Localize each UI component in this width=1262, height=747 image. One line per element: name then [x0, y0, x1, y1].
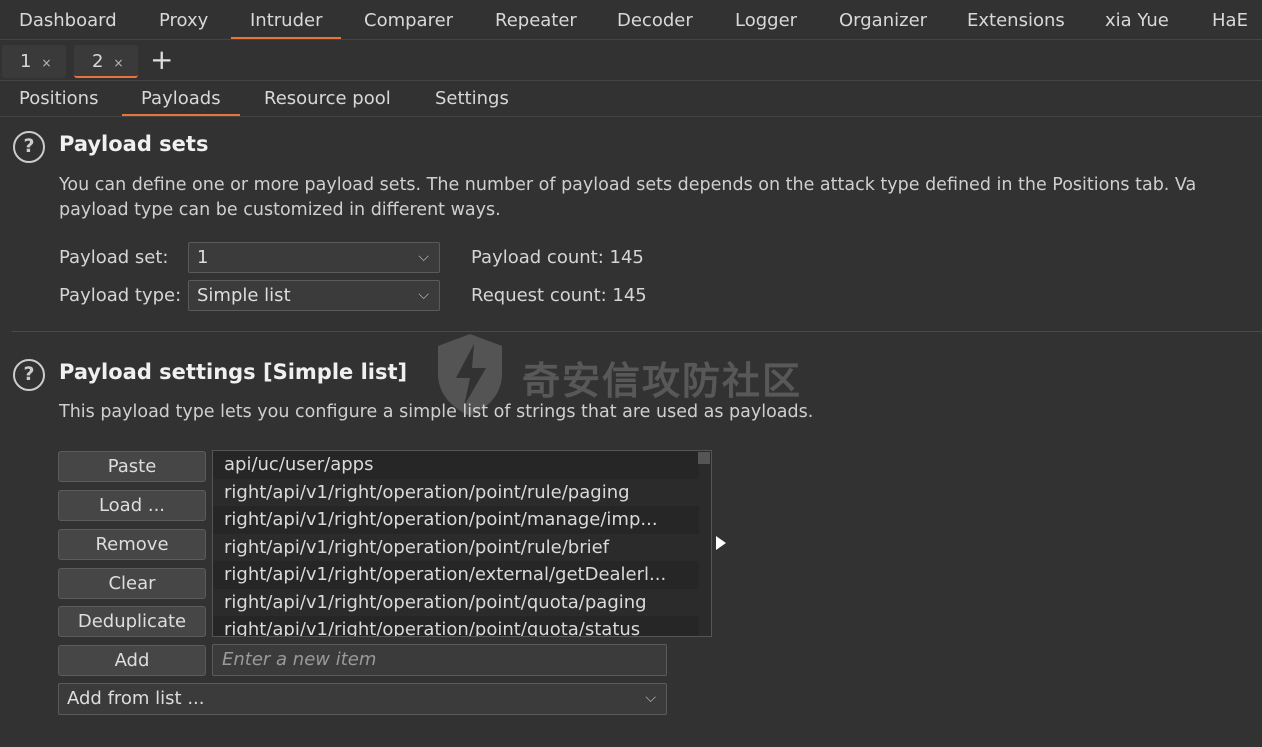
- paste-button[interactable]: Paste: [58, 451, 206, 482]
- nav-decoder[interactable]: Decoder: [617, 0, 693, 39]
- payload-settings-description: This payload type lets you configure a s…: [59, 402, 814, 422]
- intruder-tab-1[interactable]: 1 ×: [2, 45, 66, 78]
- list-item[interactable]: right/api/v1/right/operation/point/quota…: [213, 616, 699, 636]
- list-item[interactable]: right/api/v1/right/operation/external/ge…: [213, 561, 699, 589]
- close-icon[interactable]: ×: [41, 56, 51, 70]
- new-item-input[interactable]: Enter a new item: [212, 644, 667, 676]
- list-item[interactable]: api/uc/user/apps: [213, 451, 699, 479]
- scrollbar[interactable]: [698, 452, 710, 464]
- tab-label: 1: [20, 51, 32, 72]
- tab-settings[interactable]: Settings: [435, 81, 509, 116]
- payload-type-label: Payload type:: [59, 285, 182, 306]
- chevron-down-icon: ⌵: [418, 249, 429, 265]
- intruder-tab-bar: 1 × 2 ×: [0, 41, 1262, 81]
- top-navigation: Dashboard Proxy Intruder Comparer Repeat…: [0, 0, 1262, 40]
- nav-intruder[interactable]: Intruder: [231, 0, 342, 39]
- payload-count: Payload count: 145: [471, 247, 644, 268]
- nav-repeater[interactable]: Repeater: [495, 0, 577, 39]
- nav-proxy[interactable]: Proxy: [159, 0, 208, 39]
- tab-label: 2: [92, 51, 104, 72]
- list-item[interactable]: right/api/v1/right/operation/point/rule/…: [213, 534, 699, 562]
- help-icon[interactable]: ?: [13, 131, 45, 163]
- load-button[interactable]: Load ...: [58, 490, 206, 521]
- content-tabs: Positions Payloads Resource pool Setting…: [0, 81, 1262, 117]
- payload-sets-description: You can define one or more payload sets.…: [59, 175, 1197, 195]
- payload-type-select[interactable]: Simple list ⌵: [188, 280, 440, 311]
- tab-payloads[interactable]: Payloads: [122, 81, 240, 116]
- close-icon[interactable]: ×: [113, 56, 123, 70]
- nav-extensions[interactable]: Extensions: [967, 0, 1065, 39]
- payload-settings-title: Payload settings [Simple list]: [59, 360, 408, 384]
- watermark-text: 奇安信攻防社区: [522, 359, 803, 403]
- list-item[interactable]: right/api/v1/right/operation/point/manag…: [213, 506, 699, 534]
- payload-type-value: Simple list: [197, 285, 291, 306]
- help-icon[interactable]: ?: [13, 359, 45, 391]
- intruder-tab-2[interactable]: 2 ×: [74, 45, 138, 78]
- nav-comparer[interactable]: Comparer: [364, 0, 453, 39]
- add-tab-plus-icon[interactable]: +: [150, 45, 173, 75]
- payload-list[interactable]: api/uc/user/apps right/api/v1/right/oper…: [212, 450, 712, 637]
- mouse-cursor-icon: [716, 536, 726, 550]
- tab-resource-pool[interactable]: Resource pool: [264, 81, 391, 116]
- chevron-down-icon: ⌵: [418, 287, 429, 303]
- nav-dashboard[interactable]: Dashboard: [19, 0, 117, 39]
- nav-xia-yue[interactable]: xia Yue: [1105, 0, 1169, 39]
- clear-button[interactable]: Clear: [58, 568, 206, 599]
- tab-positions[interactable]: Positions: [19, 81, 98, 116]
- add-from-list-value: Add from list ...: [67, 688, 205, 709]
- add-button[interactable]: Add: [58, 645, 206, 676]
- nav-organizer[interactable]: Organizer: [839, 0, 927, 39]
- section-divider: [12, 331, 1262, 332]
- remove-button[interactable]: Remove: [58, 529, 206, 560]
- payload-set-select[interactable]: 1 ⌵: [188, 242, 440, 273]
- request-count: Request count: 145: [471, 285, 647, 306]
- payload-set-value: 1: [197, 247, 209, 268]
- payload-set-label: Payload set:: [59, 247, 169, 268]
- payload-sets-description-2: payload type can be customized in differ…: [59, 200, 501, 220]
- nav-hae[interactable]: HaE: [1212, 0, 1248, 39]
- add-from-list-select[interactable]: Add from list ... ⌵: [58, 683, 667, 715]
- chevron-down-icon: ⌵: [645, 690, 656, 706]
- deduplicate-button[interactable]: Deduplicate: [58, 606, 206, 637]
- list-item[interactable]: right/api/v1/right/operation/point/rule/…: [213, 479, 699, 507]
- payload-sets-title: Payload sets: [59, 132, 209, 156]
- nav-logger[interactable]: Logger: [735, 0, 797, 39]
- list-item[interactable]: right/api/v1/right/operation/point/quota…: [213, 589, 699, 617]
